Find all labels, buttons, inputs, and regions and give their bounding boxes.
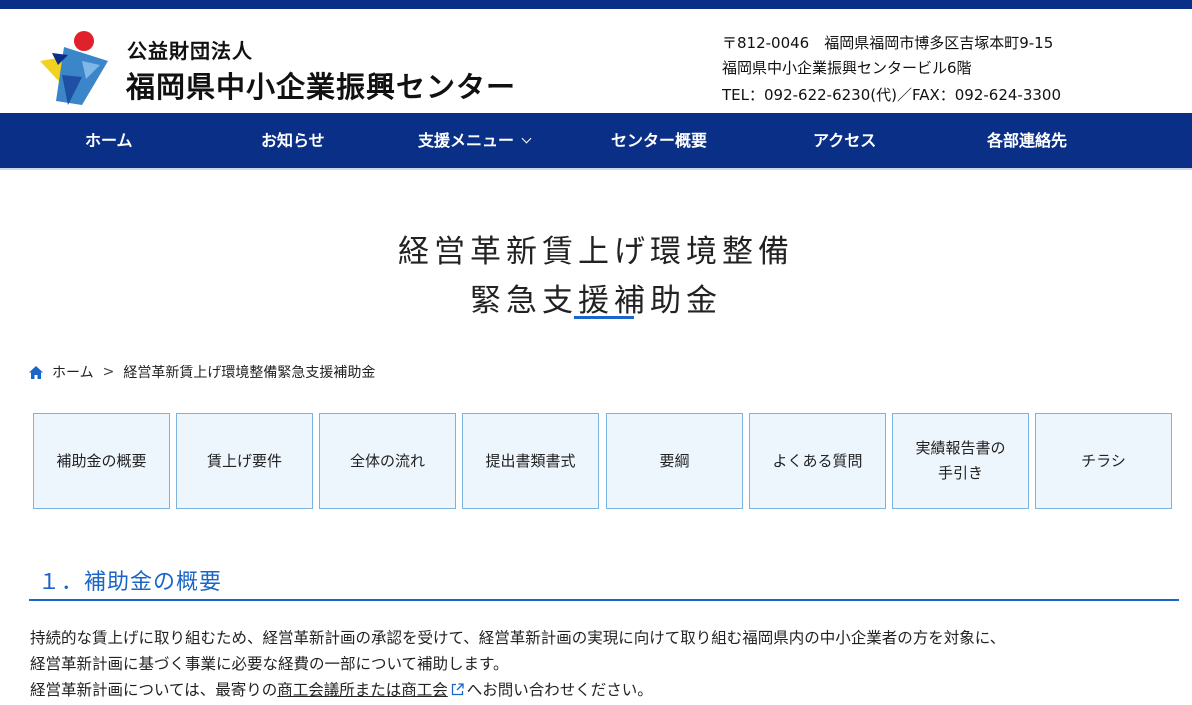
nav-news[interactable]: お知らせ (261, 113, 325, 168)
nav-support-menu-label: 支援メニュー (418, 131, 515, 150)
breadcrumb: ホーム > 経営革新賃上げ環境整備緊急支援補助金 (29, 362, 375, 382)
breadcrumb-separator: > (102, 364, 115, 380)
tab-overview-label: 補助金の概要 (56, 451, 147, 470)
breadcrumb-home[interactable]: ホーム (52, 362, 94, 382)
external-link-icon (451, 683, 464, 696)
breadcrumb-current: 経営革新賃上げ環境整備緊急支援補助金 (123, 365, 376, 381)
nav-home-label: ホーム (85, 131, 133, 150)
tab-faq[interactable]: よくある質問 (749, 413, 886, 509)
nav-home[interactable]: ホーム (85, 113, 133, 168)
home-icon[interactable] (29, 365, 43, 379)
body-text-line-3: 経営革新計画については、最寄りの商工会議所または商工会 へお問い合わせください。 (30, 678, 653, 700)
nav-contacts[interactable]: 各部連絡先 (987, 113, 1067, 168)
title-underline (574, 316, 634, 319)
address-line-2: 福岡県中小企業振興センタービル6階 (722, 59, 972, 77)
chamber-of-commerce-link[interactable]: 商工会議所または商工会 (277, 681, 448, 699)
tab-forms[interactable]: 提出書類書式 (462, 413, 599, 509)
tab-report-guide-label: 実績報告書の 手引き (915, 439, 1006, 482)
body-text-line-1: 持続的な賃上げに取り組むため、経営革新計画の承認を受けて、経営革新計画の実現に向… (30, 629, 1006, 647)
tab-wage-requirements[interactable]: 賃上げ要件 (176, 413, 313, 509)
tab-guidelines-label: 要綱 (659, 451, 690, 470)
section-heading: １．補助金の概要 (38, 570, 223, 595)
tab-wage-requirements-label: 賃上げ要件 (206, 451, 282, 470)
nav-contacts-label: 各部連絡先 (987, 131, 1068, 150)
page-title-line-2: 緊急支援補助金 (470, 283, 722, 319)
org-type: 公益財団法人 (127, 39, 253, 63)
tab-guidelines[interactable]: 要綱 (606, 413, 743, 509)
logo-icon[interactable] (38, 31, 110, 109)
tab-flyer-label: チラシ (1081, 451, 1126, 470)
nav-access-label: アクセス (813, 131, 877, 150)
nav-center-overview-label: センター概要 (611, 131, 708, 150)
nav-news-label: お知らせ (261, 131, 325, 150)
page-title-line-1: 経営革新賃上げ環境整備 (398, 234, 794, 270)
site-header: 公益財団法人 福岡県中小企業振興センター 〒812-0046 福岡県福岡市博多区… (0, 9, 1192, 113)
tab-flyer[interactable]: チラシ (1035, 413, 1172, 509)
body-text-prefix: 経営革新計画については、最寄りの (30, 681, 278, 699)
tab-report-guide[interactable]: 実績報告書の 手引き (892, 413, 1029, 509)
nav-access[interactable]: アクセス (813, 113, 876, 168)
tab-overview[interactable]: 補助金の概要 (33, 413, 170, 509)
chevron-down-icon (521, 133, 532, 144)
org-name[interactable]: 福岡県中小企業振興センター (126, 64, 516, 106)
body-text-suffix: へお問い合わせください。 (466, 681, 653, 699)
section-divider (29, 599, 1179, 601)
tab-overall-flow[interactable]: 全体の流れ (319, 413, 456, 509)
tab-overall-flow-label: 全体の流れ (349, 451, 425, 470)
nav-support-menu[interactable]: 支援メニュー (418, 113, 532, 168)
body-text-line-2: 経営革新計画に基づく事業に必要な経費の一部について補助します。 (30, 655, 509, 673)
global-nav: ホーム お知らせ 支援メニュー センター概要 アクセス 各部連絡先 (0, 113, 1192, 170)
tab-faq-label: よくある質問 (772, 451, 863, 470)
nav-center-overview[interactable]: センター概要 (611, 113, 707, 168)
contact-line: TEL：092-622-6230(代)／FAX：092-624-3300 (722, 86, 1062, 104)
top-accent-bar (0, 0, 1192, 9)
address-line-1: 〒812-0046 福岡県福岡市博多区吉塚本町9-15 (722, 34, 1054, 52)
tab-forms-label: 提出書類書式 (485, 451, 576, 470)
